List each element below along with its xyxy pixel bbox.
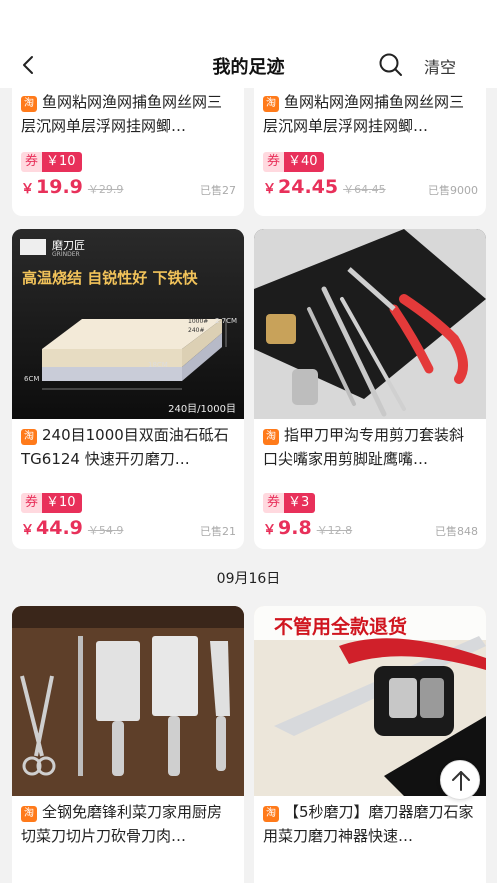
coupon-tag: 券 ￥10 [21, 152, 82, 172]
product-title: 淘指甲刀甲沟专用剪刀套装斜口尖嘴家用剪脚趾鹰嘴… [263, 426, 465, 468]
original-price: ￥64.45 [343, 183, 386, 196]
taobao-badge-icon: 淘 [21, 806, 37, 822]
product-title: 淘【5秒磨刀】磨刀器磨刀石家用菜刀磨刀神器快速… [263, 803, 474, 845]
product-card[interactable]: 磨刀匠 GRINDER 高温烧结 自锐性好 下铁快 1000# 240# 2.7… [12, 229, 244, 549]
coupon-tag: 券 ￥40 [263, 152, 324, 172]
product-image [12, 606, 244, 796]
product-title: 淘全钢免磨锋利菜刀家用厨房切菜刀切片刀砍骨刀肉… [21, 803, 223, 845]
knife-set-photo [12, 606, 244, 796]
search-icon [379, 53, 402, 76]
taobao-badge-icon: 淘 [21, 429, 37, 445]
price-row: ￥ 19.9 ￥29.9 已售27 [21, 176, 236, 198]
top-nav-bar: 我的足迹 清空 [0, 0, 497, 88]
sold-count: 已售9000 [428, 184, 478, 197]
original-price: ￥29.9 [87, 183, 124, 196]
product-image [254, 229, 486, 419]
product-card[interactable]: 淘全钢免磨锋利菜刀家用厨房切菜刀切片刀砍骨刀肉… [12, 606, 244, 883]
sold-count: 已售21 [200, 525, 236, 538]
date-divider: 09月16日 [216, 571, 281, 587]
whetstone-dim-width: 6CM [24, 375, 40, 383]
product-image: 磨刀匠 GRINDER 高温烧结 自锐性好 下铁快 1000# 240# 2.7… [12, 229, 244, 419]
arrow-up-icon [452, 771, 470, 791]
nail-tools-photo [254, 229, 486, 419]
whetstone-brand-sub: GRINDER [52, 251, 80, 258]
product-title: 淘 240目1000目双面油石砥石TG6124 快速开刃磨刀… [21, 426, 229, 468]
sold-count: 已售27 [200, 184, 236, 197]
product-card[interactable]: 淘指甲刀甲沟专用剪刀套装斜口尖嘴家用剪脚趾鹰嘴… 券 ￥3 ￥ 9.8 ￥12.8 已… [254, 229, 486, 549]
taobao-badge-icon: 淘 [263, 429, 279, 445]
history-list[interactable]: 淘鱼网粘网渔网捕鱼网丝网三层沉网单层浮网挂网鲫… 券 ￥10 ￥ 19.9 ￥29.9… [0, 88, 497, 883]
whetstone-label-1000: 1000# [188, 318, 209, 325]
product-card[interactable]: 不管用全款退货 淘【5秒磨刀】磨刀器磨刀石家用菜刀磨刀神器快速… [254, 606, 486, 883]
whetstone-dim-height: 2.7CM [215, 317, 238, 325]
sold-count: 已售848 [435, 525, 478, 538]
page-title: 我的足迹 [212, 57, 285, 78]
original-price: ￥12.8 [316, 524, 353, 537]
back-to-top-button[interactable] [440, 760, 480, 800]
coupon-tag: 券 ￥10 [21, 493, 82, 513]
product-title: 淘鱼网粘网渔网捕鱼网丝网三层沉网单层浮网挂网鲫… [21, 93, 223, 135]
whetstone-dim-length: 18CM [148, 361, 168, 369]
price-row: ￥ 9.8 ￥12.8 已售848 [263, 517, 478, 539]
price: 44.9 [36, 517, 83, 539]
whetstone-label-240: 240# [188, 327, 205, 334]
price: 19.9 [36, 176, 83, 198]
taobao-badge-icon: 淘 [21, 96, 37, 112]
original-price: ￥54.9 [87, 524, 124, 537]
coupon-tag: 券 ￥3 [263, 493, 316, 513]
taobao-badge-icon: 淘 [263, 806, 279, 822]
whetstone-slogan: 高温烧结 自锐性好 下铁快 [22, 269, 198, 287]
search-button[interactable] [376, 50, 406, 80]
taobao-badge-icon: 淘 [263, 96, 279, 112]
product-card[interactable]: 淘鱼网粘网渔网捕鱼网丝网三层沉网单层浮网挂网鲫… 券 ￥10 ￥ 19.9 ￥29.9… [12, 88, 244, 216]
clear-button[interactable]: 清空 [424, 54, 456, 78]
whetstone-photo [12, 229, 244, 419]
whetstone-grit: 240目/1000目 [168, 404, 236, 415]
price-row: ￥ 24.45 ￥64.45 已售9000 [263, 176, 478, 198]
price: 24.45 [278, 176, 339, 198]
price: 9.8 [278, 517, 312, 539]
sharpener-banner: 不管用全款退货 [274, 616, 408, 638]
price-row: ￥ 44.9 ￥54.9 已售21 [21, 517, 236, 539]
product-title: 淘鱼网粘网渔网捕鱼网丝网三层沉网单层浮网挂网鲫… [263, 93, 465, 135]
product-card[interactable]: 淘鱼网粘网渔网捕鱼网丝网三层沉网单层浮网挂网鲫… 券 ￥40 ￥ 24.45 ￥64.… [254, 88, 486, 216]
